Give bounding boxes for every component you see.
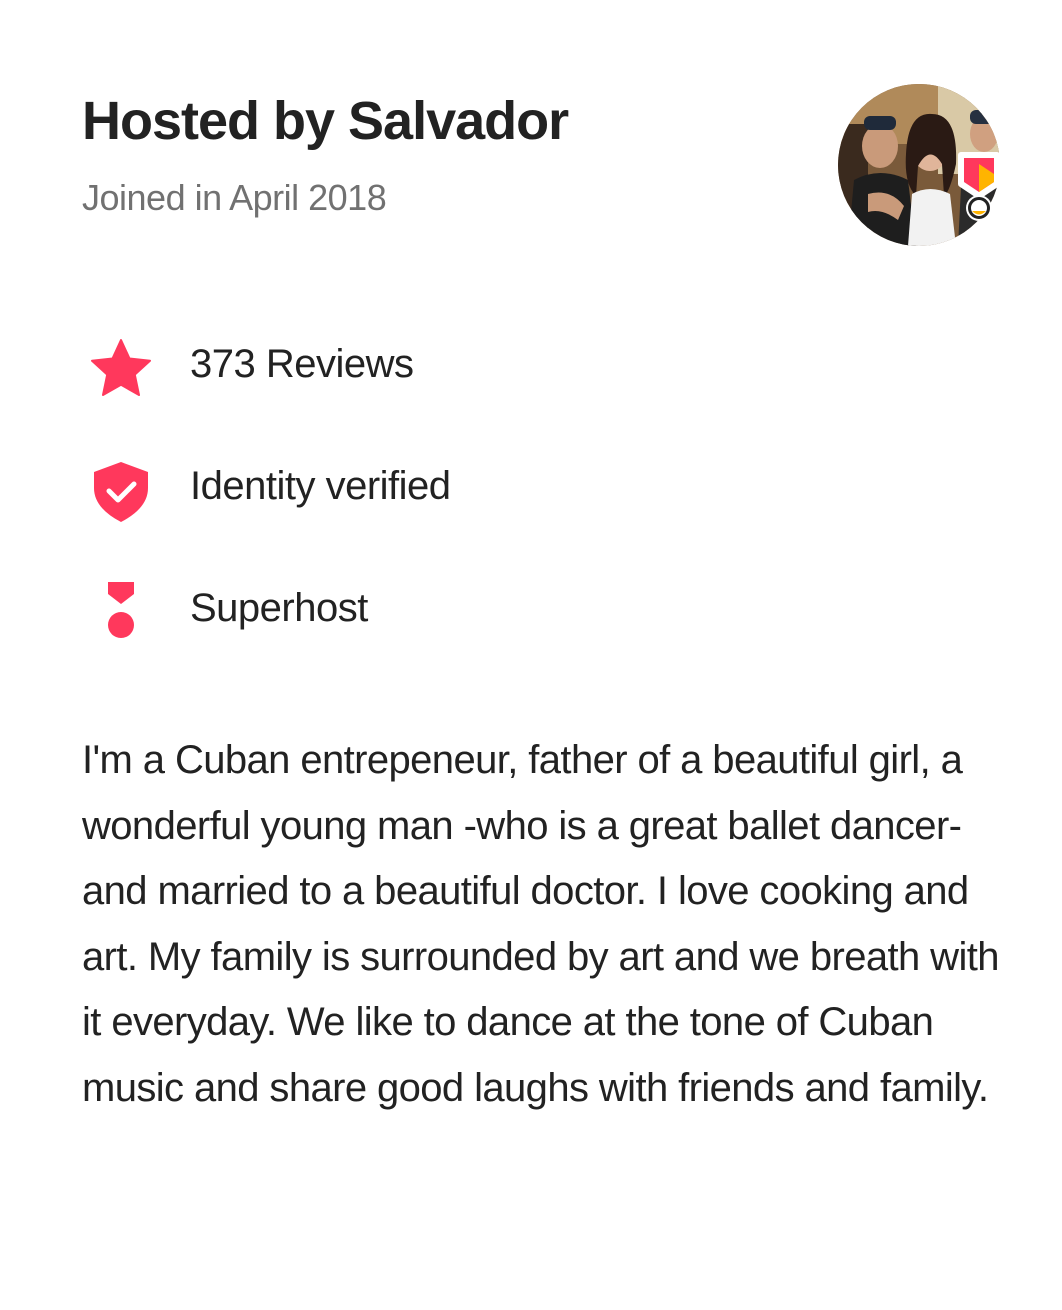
superhost-medal-icon xyxy=(88,580,154,646)
host-title: Hosted by Salvador xyxy=(82,91,569,151)
star-icon xyxy=(88,336,154,402)
host-facts: 373 Reviews Identity verified Superhost xyxy=(82,330,982,696)
fact-identity-label: Identity verified xyxy=(190,464,451,508)
joined-date: Joined in April 2018 xyxy=(82,177,387,218)
host-avatar[interactable] xyxy=(838,84,1000,246)
superhost-badge-icon xyxy=(958,152,1000,224)
fact-reviews[interactable]: 373 Reviews xyxy=(82,330,982,452)
fact-superhost: Superhost xyxy=(82,574,982,696)
host-bio: I'm a Cuban entrepeneur, father of a bea… xyxy=(82,738,1000,1110)
fact-superhost-label: Superhost xyxy=(190,586,368,630)
fact-reviews-label: 373 Reviews xyxy=(190,342,414,386)
host-header: Hosted by Salvador Joined in April 2018 xyxy=(82,88,782,220)
fact-identity: Identity verified xyxy=(82,452,982,574)
shield-check-icon xyxy=(88,458,154,524)
